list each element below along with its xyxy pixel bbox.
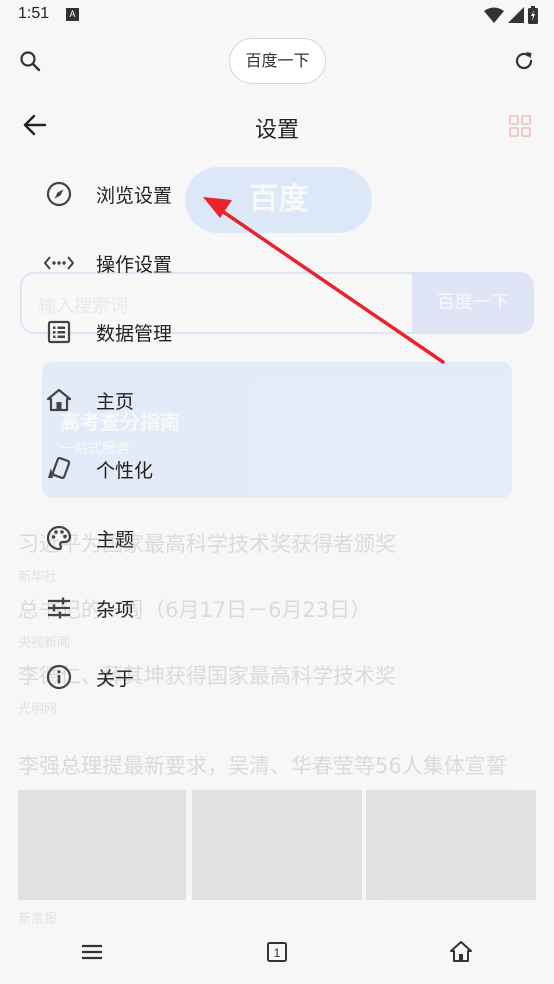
news-title: 李强总理提最新要求，吴清、华春莹等56人集体宣誓	[18, 754, 507, 778]
status-time: 1:51	[18, 5, 50, 22]
news-source: 新京报	[18, 912, 58, 927]
bottom-nav: 1	[0, 926, 554, 984]
wifi-icon	[484, 7, 504, 23]
menu-item-misc[interactable]: 杂项	[30, 581, 350, 635]
status-bar: 1:51 A	[0, 0, 554, 32]
menu-item-browse-settings[interactable]: 浏览设置	[30, 167, 350, 221]
menu-item-about[interactable]: 关于	[30, 650, 350, 704]
menu-item-label: 浏览设置	[96, 184, 173, 207]
background-search-button: 百度一下	[412, 272, 534, 334]
menu-item-label: 杂项	[96, 598, 135, 621]
home-icon[interactable]	[449, 940, 473, 964]
menu-item-personalization[interactable]: 个性化	[30, 442, 350, 496]
info-icon	[44, 662, 74, 692]
menu-item-data-management[interactable]: 数据管理	[30, 305, 350, 359]
signal-icon	[508, 7, 524, 23]
code-dots-icon	[44, 248, 74, 278]
news-photo	[18, 790, 186, 900]
menu-item-operation-settings[interactable]: 操作设置	[30, 236, 350, 290]
sliders-icon	[44, 593, 74, 623]
menu-item-label: 数据管理	[96, 322, 173, 345]
menu-item-theme[interactable]: 主题	[30, 511, 350, 565]
menu-item-label: 主题	[96, 528, 135, 551]
tab-count: 1	[274, 946, 281, 960]
menu-item-homepage[interactable]: 主页	[30, 373, 350, 427]
search-query-pill[interactable]: 百度一下	[229, 38, 326, 84]
grid-icon[interactable]	[508, 114, 532, 138]
refresh-icon[interactable]	[512, 49, 536, 73]
search-icon[interactable]	[18, 49, 42, 73]
palette-card-icon	[44, 454, 74, 484]
menu-icon[interactable]	[80, 940, 104, 964]
tabs-icon[interactable]: 1	[265, 940, 289, 964]
palette-icon	[44, 523, 74, 553]
menu-item-label: 关于	[96, 667, 135, 690]
list-icon	[44, 317, 74, 347]
notification-a-icon: A	[66, 8, 79, 21]
compass-icon	[44, 179, 74, 209]
news-photo	[366, 790, 536, 900]
news-photo	[192, 790, 362, 900]
top-bar: 百度一下	[0, 36, 554, 86]
status-icons	[484, 6, 538, 24]
settings-title: 设置	[254, 118, 299, 143]
menu-item-label: 主页	[96, 390, 135, 413]
menu-item-label: 操作设置	[96, 253, 173, 276]
home-icon	[44, 385, 74, 415]
battery-icon	[528, 6, 538, 24]
menu-item-label: 个性化	[96, 459, 154, 482]
